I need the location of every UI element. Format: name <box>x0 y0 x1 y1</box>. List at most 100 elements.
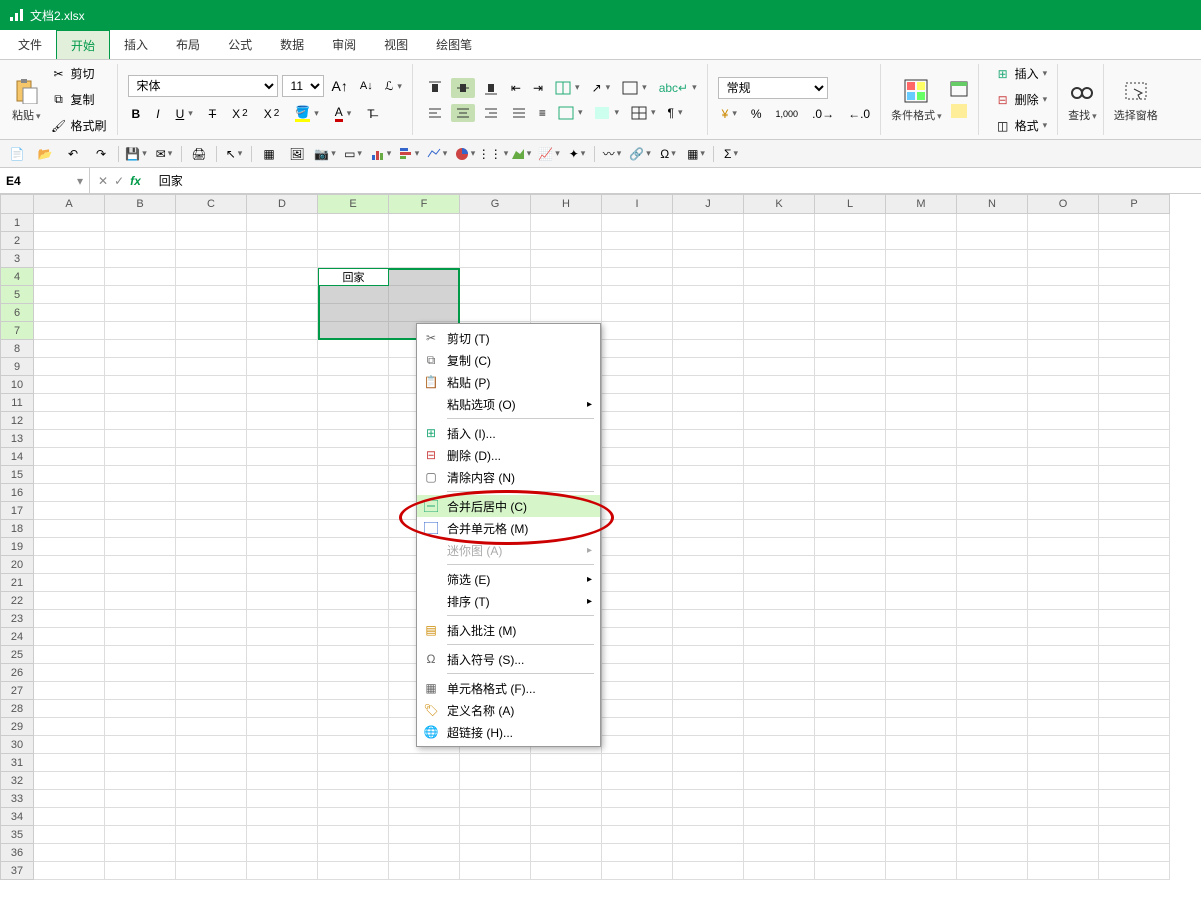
fx-icon[interactable]: fx <box>130 174 141 188</box>
cell[interactable] <box>176 484 247 502</box>
cell[interactable] <box>886 214 957 232</box>
cell[interactable] <box>815 358 886 376</box>
cursor-button[interactable]: ↖ <box>223 144 245 164</box>
cell[interactable] <box>957 340 1028 358</box>
cell[interactable] <box>673 754 744 772</box>
cell[interactable] <box>744 412 815 430</box>
cell[interactable] <box>602 862 673 880</box>
radar-button[interactable]: ✦ <box>566 144 588 164</box>
cell[interactable] <box>247 304 318 322</box>
clear-format-button[interactable]: T̶ <box>363 105 378 123</box>
cell[interactable] <box>744 754 815 772</box>
cell[interactable] <box>744 286 815 304</box>
cell[interactable] <box>105 268 176 286</box>
distribute-button[interactable]: ≡ <box>535 104 550 122</box>
cell[interactable] <box>744 574 815 592</box>
cell[interactable] <box>318 736 389 754</box>
cell[interactable] <box>815 394 886 412</box>
cell[interactable] <box>673 682 744 700</box>
cell[interactable] <box>957 646 1028 664</box>
cell[interactable] <box>886 358 957 376</box>
font-select[interactable]: 宋体 <box>128 75 278 97</box>
cell[interactable] <box>886 646 957 664</box>
cell[interactable] <box>105 826 176 844</box>
cell[interactable] <box>602 286 673 304</box>
cell[interactable] <box>105 592 176 610</box>
cell[interactable] <box>957 358 1028 376</box>
cell[interactable] <box>531 286 602 304</box>
cell[interactable] <box>957 250 1028 268</box>
row-header[interactable]: 34 <box>0 808 34 826</box>
borders-button[interactable] <box>618 78 651 98</box>
cell[interactable] <box>1099 412 1170 430</box>
cell[interactable] <box>602 700 673 718</box>
cell[interactable] <box>389 304 460 322</box>
cell[interactable] <box>105 214 176 232</box>
cell[interactable] <box>34 466 105 484</box>
format-painter-button[interactable]: 🖌格式刷 <box>45 114 111 138</box>
row-header[interactable]: 26 <box>0 664 34 682</box>
cell[interactable] <box>673 610 744 628</box>
cell[interactable] <box>318 376 389 394</box>
cell[interactable] <box>602 412 673 430</box>
subscript-button[interactable]: X2 <box>260 105 284 123</box>
cell[interactable] <box>602 718 673 736</box>
cell[interactable] <box>744 808 815 826</box>
col-header[interactable]: C <box>176 194 247 214</box>
cell[interactable] <box>957 484 1028 502</box>
cell[interactable] <box>460 268 531 286</box>
cell[interactable] <box>1028 250 1099 268</box>
cell[interactable] <box>744 736 815 754</box>
cell[interactable] <box>673 556 744 574</box>
cell[interactable] <box>815 232 886 250</box>
cell[interactable] <box>1028 484 1099 502</box>
cell[interactable] <box>318 538 389 556</box>
cell[interactable] <box>318 268 389 286</box>
cell[interactable] <box>1028 808 1099 826</box>
align-bottom-button[interactable] <box>479 78 503 98</box>
cell[interactable] <box>34 376 105 394</box>
italic-button[interactable]: I <box>152 105 163 123</box>
cell[interactable] <box>105 646 176 664</box>
cell[interactable] <box>1099 592 1170 610</box>
cell[interactable] <box>105 754 176 772</box>
cell[interactable] <box>744 664 815 682</box>
cell[interactable] <box>105 340 176 358</box>
cell[interactable] <box>673 826 744 844</box>
cell[interactable] <box>318 250 389 268</box>
cell[interactable] <box>1099 628 1170 646</box>
cell[interactable] <box>318 772 389 790</box>
cell[interactable] <box>105 520 176 538</box>
cell[interactable] <box>815 502 886 520</box>
cell[interactable] <box>1099 268 1170 286</box>
cell[interactable] <box>389 862 460 880</box>
select-all-corner[interactable] <box>0 194 34 214</box>
cell[interactable] <box>1099 250 1170 268</box>
area-chart-button[interactable] <box>510 144 532 164</box>
cell[interactable] <box>318 844 389 862</box>
cell[interactable] <box>815 412 886 430</box>
cell[interactable] <box>886 682 957 700</box>
cell[interactable] <box>673 736 744 754</box>
align-left-button[interactable] <box>423 104 447 122</box>
cell[interactable] <box>815 700 886 718</box>
cell[interactable] <box>1028 376 1099 394</box>
cell[interactable] <box>176 268 247 286</box>
cell[interactable] <box>105 322 176 340</box>
cell[interactable] <box>318 574 389 592</box>
cell[interactable] <box>602 358 673 376</box>
cell[interactable] <box>1099 610 1170 628</box>
cell[interactable] <box>247 628 318 646</box>
cell[interactable] <box>815 520 886 538</box>
cell[interactable] <box>34 646 105 664</box>
name-box[interactable]: ▾ <box>0 168 90 193</box>
formula-input[interactable]: 回家 <box>149 172 1201 189</box>
col-header[interactable]: L <box>815 194 886 214</box>
cell[interactable] <box>886 232 957 250</box>
cell[interactable] <box>1099 358 1170 376</box>
cell[interactable] <box>1099 232 1170 250</box>
cell[interactable] <box>1099 322 1170 340</box>
cell[interactable] <box>744 250 815 268</box>
cut-button[interactable]: ✂剪切 <box>45 62 111 86</box>
ctx-paste-opts[interactable]: 粘贴选项 (O)▸ <box>417 393 600 415</box>
